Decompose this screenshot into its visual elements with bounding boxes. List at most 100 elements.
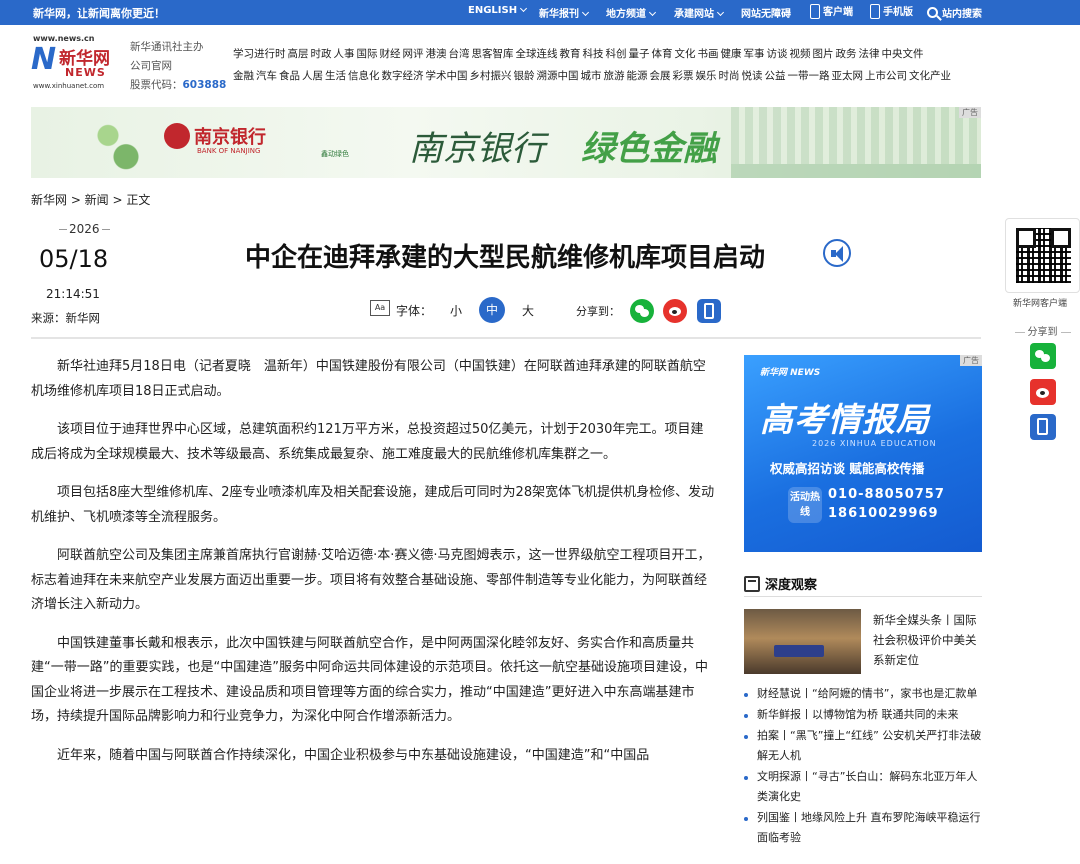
- ad-tag: 广告: [960, 355, 982, 366]
- nav-site-search[interactable]: 站内搜索: [927, 5, 982, 20]
- font-size-icon: Aa: [370, 300, 390, 316]
- deep-headline-link[interactable]: 新华全媒头条丨国际社会积极评价中美关系新定位: [873, 610, 983, 670]
- font-medium-button[interactable]: 中: [479, 297, 505, 323]
- channel-link[interactable]: 上市公司: [865, 70, 907, 82]
- channel-link[interactable]: 生活: [325, 70, 346, 82]
- weibo-icon[interactable]: [1030, 379, 1056, 405]
- channel-link[interactable]: 能源: [627, 70, 648, 82]
- list-item[interactable]: 财经慧说丨“给阿嬷的情书”，家书也是汇款单: [744, 684, 984, 704]
- channel-nav-row-1: 学习进行时 高层 时政 人事 国际 财经 网评 港澳 台湾 思客智库 全球连线 教育 科技 科创 量子 体育文…: [233, 46, 926, 61]
- channel-link[interactable]: 全球连线: [516, 48, 558, 60]
- channel-link[interactable]: 文化: [675, 48, 696, 60]
- nav-accessibility[interactable]: 网站无障碍: [741, 5, 791, 20]
- site-logo[interactable]: www.news.cn N 新华网 NEWS www.xinhuanet.com: [31, 34, 115, 90]
- channel-link[interactable]: 人居: [302, 70, 323, 82]
- channel-link[interactable]: 悦读: [742, 70, 763, 82]
- channel-link[interactable]: 书画: [698, 48, 719, 60]
- gaokao-ad[interactable]: 新华网 NEWS 高考情报局 2026 XINHUA EDUCATION 权威高…: [744, 355, 982, 552]
- nav-mobile[interactable]: 手机版: [870, 3, 913, 20]
- nav-local-channels[interactable]: 地方频道: [606, 5, 657, 20]
- corp-info: 新华通讯社主办 公司官网 股票代码：603888: [130, 41, 227, 91]
- font-small-button[interactable]: 小: [450, 302, 462, 319]
- nav-client-app[interactable]: 客户端: [810, 3, 853, 20]
- channel-link[interactable]: 军事: [744, 48, 765, 60]
- list-item[interactable]: 文明探源丨“寻古”长白山：解码东北亚万年人类演化史: [744, 767, 984, 807]
- channel-link[interactable]: 科创: [606, 48, 627, 60]
- ad-tag: 广告: [959, 107, 981, 118]
- channel-link[interactable]: 娱乐: [696, 70, 717, 82]
- channel-link[interactable]: 高层: [288, 48, 309, 60]
- channel-link[interactable]: 溯源中国: [537, 70, 579, 82]
- channel-link[interactable]: 财经: [380, 48, 401, 60]
- channel-link[interactable]: 人事: [334, 48, 355, 60]
- channel-link[interactable]: 银龄: [514, 70, 535, 82]
- channel-link[interactable]: 时政: [311, 48, 332, 60]
- list-item[interactable]: 拍案丨“黑飞”撞上“红线” 公安机关严打非法破解无人机: [744, 726, 984, 766]
- publish-time: 21:14:51: [46, 287, 100, 301]
- bank-banner-ad[interactable]: 南京银行 BANK OF NANJING 鑫动绿色 南京银行 绿色金融 广告: [31, 107, 981, 178]
- wechat-icon[interactable]: [1030, 343, 1056, 369]
- channel-link[interactable]: 信息化: [348, 70, 380, 82]
- channel-link[interactable]: 中央文件: [882, 48, 924, 60]
- channel-link[interactable]: 国际: [357, 48, 378, 60]
- article-paragraph: 项目包括8座大型维修机库、2座专业喷漆机库及相关配套设施，建成后可同时为28架宽…: [31, 485, 715, 525]
- article-body: 新华社迪拜5月18日电（记者夏晓 温新年）中国铁建股份有限公司（中国铁建）在阿联…: [31, 355, 716, 782]
- channel-link[interactable]: 视频: [790, 48, 811, 60]
- channel-link[interactable]: 量子: [629, 48, 650, 60]
- weibo-share-icon[interactable]: [663, 299, 687, 323]
- wechat-share-icon[interactable]: [630, 299, 654, 323]
- channel-link[interactable]: 学习进行时: [233, 48, 286, 60]
- channel-link[interactable]: 港澳: [426, 48, 447, 60]
- channel-link[interactable]: 教育: [560, 48, 581, 60]
- side-share-label: 分享到: [1005, 323, 1080, 338]
- channel-link[interactable]: 文化产业: [909, 70, 951, 82]
- chevron-down-icon: [716, 8, 725, 17]
- chevron-down-icon: [520, 4, 528, 13]
- breadcrumb[interactable]: 新华网 > 新闻 > 正文: [31, 191, 150, 208]
- corp-site-link[interactable]: 公司官网: [130, 57, 226, 76]
- channel-link[interactable]: 台湾: [449, 48, 470, 60]
- list-item[interactable]: 新华鲜报丨以博物馆为桥 联通共同的未来: [744, 705, 984, 725]
- channel-link[interactable]: 科技: [583, 48, 604, 60]
- font-large-button[interactable]: 大: [522, 302, 534, 319]
- channel-link[interactable]: 网评: [403, 48, 424, 60]
- channel-link[interactable]: 数字经济: [382, 70, 424, 82]
- channel-link[interactable]: 城市: [581, 70, 602, 82]
- article-paragraph: 近年来，随着中国与阿联酋合作持续深化，中国企业积极参与中东基础设施建设，“中国建…: [57, 747, 650, 763]
- channel-link[interactable]: 食品: [279, 70, 300, 82]
- font-label: 字体：: [396, 304, 433, 318]
- channel-link[interactable]: 一带一路: [788, 70, 830, 82]
- channel-link[interactable]: 学术中国: [426, 70, 468, 82]
- channel-link[interactable]: 彩票: [673, 70, 694, 82]
- nav-newspapers[interactable]: 新华报刊: [539, 5, 590, 20]
- channel-link[interactable]: 公益: [765, 70, 786, 82]
- channel-link[interactable]: 旅游: [604, 70, 625, 82]
- chevron-down-icon: [581, 8, 590, 17]
- channel-nav-row-2: 金融 汽车 食品 人居 生活 信息化 数字经济 学术中国 乡村振兴 银龄 溯源中国 城市 旅游 能源 会展彩…: [233, 68, 953, 83]
- channel-link[interactable]: 健康: [721, 48, 742, 60]
- mobile-icon[interactable]: [1030, 414, 1056, 440]
- mobile-icon: [870, 3, 880, 19]
- nav-english[interactable]: ENGLISH: [468, 4, 528, 16]
- channel-link[interactable]: 体育: [652, 48, 673, 60]
- nav-hosted-sites[interactable]: 承建网站: [674, 5, 725, 20]
- channel-link[interactable]: 乡村振兴: [470, 70, 512, 82]
- mobile-share-icon[interactable]: [697, 299, 721, 323]
- channel-link[interactable]: 汽车: [256, 70, 277, 82]
- article-paragraph: 该项目位于迪拜世界中心区域，总建筑面积约121万平方米，总投资超过50亿美元，计…: [31, 422, 704, 462]
- list-item[interactable]: 列国鉴丨地缘风险上升 直布罗陀海峡平稳运行面临考验: [744, 808, 984, 848]
- deep-list: 财经慧说丨“给阿嬷的情书”，家书也是汇款单 新华鲜报丨以博物馆为桥 联通共同的未…: [744, 684, 984, 849]
- top-bar: 新华网，让新闻离你更近！ ENGLISH 新华报刊 地方频道 承建网站 网站无障…: [0, 0, 1080, 25]
- app-qr-code[interactable]: [1005, 218, 1080, 293]
- deep-thumbnail[interactable]: [744, 609, 861, 674]
- speaker-icon[interactable]: [823, 239, 851, 267]
- channel-link[interactable]: 法律: [859, 48, 880, 60]
- channel-link[interactable]: 图片: [813, 48, 834, 60]
- channel-link[interactable]: 思客智库: [472, 48, 514, 60]
- channel-link[interactable]: 访谈: [767, 48, 788, 60]
- channel-link[interactable]: 会展: [650, 70, 671, 82]
- channel-link[interactable]: 政务: [836, 48, 857, 60]
- channel-link[interactable]: 时尚: [719, 70, 740, 82]
- channel-link[interactable]: 金融: [233, 70, 254, 82]
- channel-link[interactable]: 亚太网: [832, 70, 864, 82]
